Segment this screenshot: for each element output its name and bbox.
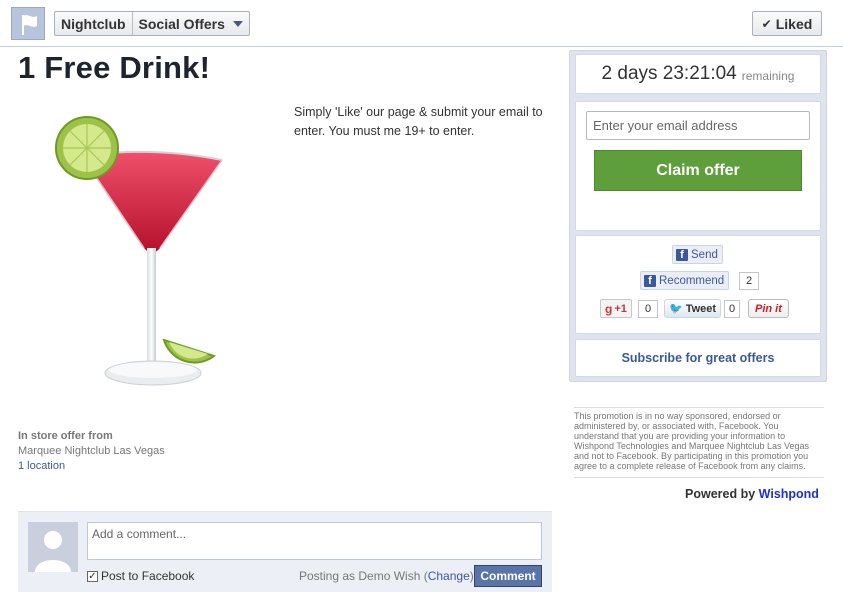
liked-button[interactable]: ✔ Liked (752, 11, 822, 36)
powered-by-prefix: Powered by (685, 487, 756, 501)
checkmark-icon: ✔ (761, 16, 772, 31)
claim-panel: Enter your email address Claim offer (575, 101, 821, 231)
liked-button-label: Liked (775, 15, 813, 32)
google-plus-label: +1 (614, 302, 627, 315)
facebook-recommend-button[interactable]: f Recommend (640, 271, 730, 290)
breadcrumb-page-link[interactable]: Nightclub (55, 12, 133, 35)
posting-as-prefix: Posting as Demo Wish ( (299, 569, 428, 583)
google-plus-button[interactable]: g +1 (600, 299, 632, 318)
user-avatar (28, 522, 78, 572)
share-panel: f Send f Recommend 2 g +1 0 🐦 Tweet 0 Pi… (575, 235, 821, 334)
wishpond-link[interactable]: Wishpond (759, 487, 819, 501)
subscribe-link[interactable]: Subscribe for great offers (575, 339, 821, 377)
twitter-bird-icon: 🐦 (669, 303, 683, 315)
comment-box: Add a comment... ✓ Post to Facebook Post… (18, 511, 552, 592)
google-plus-icon: g (605, 301, 613, 316)
email-field[interactable]: Enter your email address (586, 111, 810, 140)
instore-offer-info: In store offer from Marquee Nightclub La… (18, 429, 165, 474)
post-to-facebook-label: Post to Facebook (101, 569, 195, 583)
send-label: Send (691, 248, 718, 261)
countdown-timer: 2 days 23:21:04 remaining (575, 54, 821, 94)
top-bar: Nightclub Social Offers ✔ Liked (0, 0, 843, 47)
powered-by: Powered by Wishpond (685, 487, 819, 501)
google-plus-count: 0 (638, 300, 658, 318)
posting-as-text: Posting as Demo Wish (Change) (299, 569, 474, 583)
claim-offer-button[interactable]: Claim offer (594, 150, 802, 191)
countdown-value: 2 days 23:21:04 (601, 63, 737, 84)
chevron-down-icon (232, 20, 243, 27)
change-user-link[interactable]: Change (428, 569, 470, 583)
breadcrumb: Nightclub Social Offers (54, 11, 250, 36)
locations-link[interactable]: 1 location (18, 459, 165, 474)
tweet-count: 0 (724, 300, 740, 318)
pin-it-button[interactable]: Pin it (748, 299, 789, 318)
comment-input[interactable]: Add a comment... (87, 522, 542, 560)
offer-description: Simply 'Like' our page & submit your ema… (294, 105, 543, 138)
instore-label: In store offer from (18, 430, 113, 442)
facebook-icon: f (644, 274, 656, 287)
post-to-facebook-checkbox[interactable]: ✓ (87, 570, 98, 582)
countdown-suffix: remaining (741, 69, 795, 83)
recommend-count: 2 (739, 272, 759, 290)
offer-sidebar: 2 days 23:21:04 remaining Enter your ema… (569, 50, 827, 382)
cocktail-image (55, 116, 223, 386)
offer-title: 1 Free Drink! (18, 50, 211, 85)
app-selector-label: Social Offers (138, 15, 225, 32)
instore-business-name: Marquee Nightclub Las Vegas (18, 445, 165, 457)
comment-button[interactable]: Comment (474, 565, 542, 587)
tweet-button[interactable]: 🐦 Tweet (664, 299, 722, 318)
app-selector-dropdown[interactable]: Social Offers (133, 12, 249, 35)
recommend-label: Recommend (659, 274, 725, 287)
page-flag-icon[interactable] (11, 7, 45, 40)
facebook-send-button[interactable]: f Send (672, 245, 723, 264)
disclaimer-text: This promotion is in no way sponsored, e… (574, 407, 824, 478)
post-to-facebook-toggle[interactable]: ✓ Post to Facebook (87, 569, 194, 583)
facebook-icon: f (676, 248, 688, 261)
tweet-label: Tweet (685, 302, 717, 315)
